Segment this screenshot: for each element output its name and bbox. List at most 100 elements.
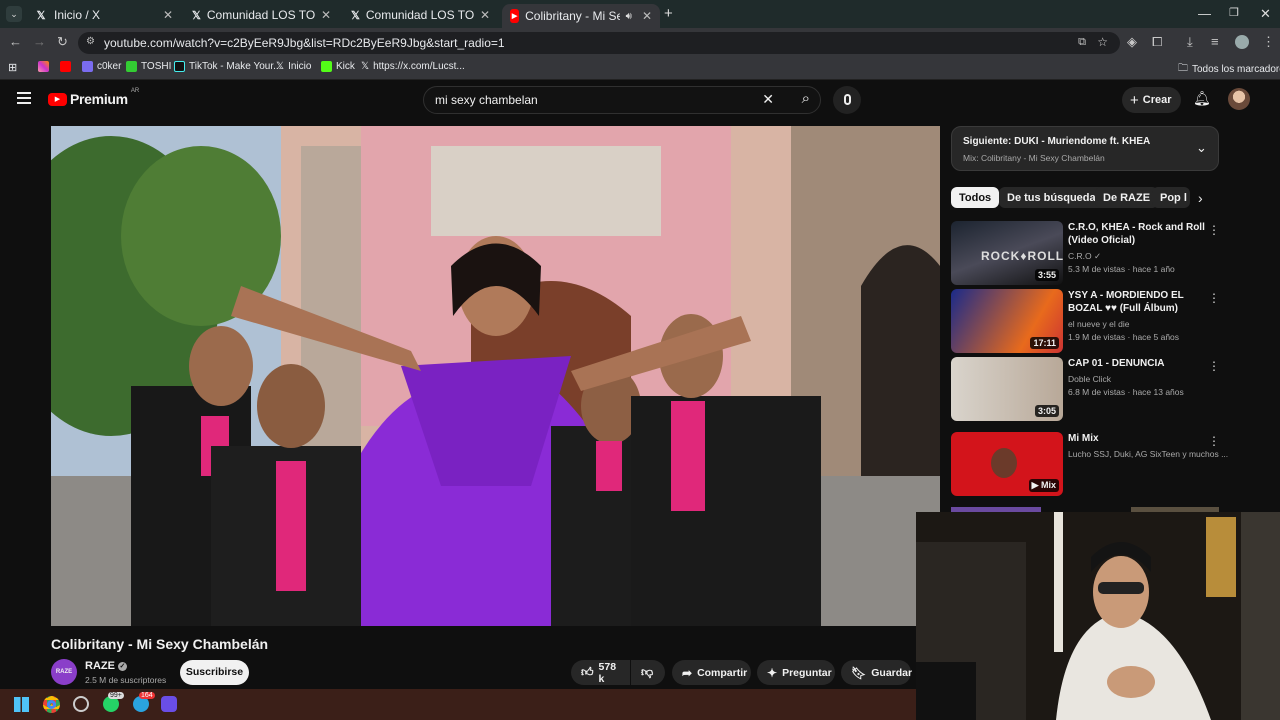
chrome-icon[interactable] xyxy=(43,696,60,713)
share-button[interactable]: ➦ Compartir xyxy=(672,660,751,685)
duration-text: 3:05 xyxy=(1037,406,1056,416)
more-options-icon[interactable]: ⋮ xyxy=(1208,359,1220,373)
bookmark-instagram[interactable] xyxy=(38,61,49,72)
back-icon[interactable]: ← xyxy=(9,34,22,49)
app-grid-icon[interactable] xyxy=(161,696,177,712)
minimize-icon[interactable]: — xyxy=(1198,6,1211,21)
menu-icon[interactable]: ⋮ xyxy=(1262,34,1275,50)
recommendation-item[interactable]: ▶ Mix Mi Mix Lucho SSJ, Duki, AG SixTeen… xyxy=(951,432,1228,496)
bookmark-toshi[interactable]: TOSHI xyxy=(126,61,171,72)
profile-avatar[interactable] xyxy=(1235,35,1249,49)
video-thumbnail[interactable]: ROCK♦ROLL 3:55 xyxy=(951,221,1063,285)
youtube-premium-logo[interactable]: ▶ Premium AR xyxy=(48,88,139,107)
tab-list-button[interactable]: ⌄ xyxy=(6,6,22,22)
extensions-icon[interactable]: ⧠ xyxy=(1152,34,1162,50)
restore-icon[interactable]: ❐ xyxy=(1229,6,1239,19)
tab-1[interactable]: 𝕏 Comunidad LOS TOP GLOBALES ✕ xyxy=(184,4,339,26)
chip-label: Todos xyxy=(959,191,992,204)
save-button[interactable]: 🔖︎ Guardar xyxy=(841,660,912,685)
site-info-icon[interactable]: ⚙ xyxy=(86,36,95,47)
more-options-icon[interactable]: ⋮ xyxy=(1208,434,1220,448)
logo-text: Premium xyxy=(70,91,128,107)
close-icon[interactable]: ✕ xyxy=(163,8,173,22)
bookmark-c0ker[interactable]: c0ker xyxy=(82,61,121,72)
chevron-down-icon[interactable]: ⌄ xyxy=(1196,140,1207,156)
all-bookmarks-label: Todos los marcadores xyxy=(1192,64,1280,75)
whatsapp-badge: 99+ xyxy=(108,692,124,699)
ask-button[interactable]: ✦ Preguntar xyxy=(757,660,835,685)
bookmark-youtube[interactable] xyxy=(60,61,71,72)
tab-title: Colibritany - Mi Sexy Cham xyxy=(525,9,620,23)
recommendation-title: CAP 01 - DENUNCIA xyxy=(1068,358,1165,369)
thumbs-down-icon: 👎︎ xyxy=(641,665,654,679)
hamburger-menu-icon[interactable] xyxy=(17,92,31,104)
search-input[interactable]: mi sexy chambelan ✕ ⌕ xyxy=(423,86,821,114)
bookmark-star-icon[interactable]: ☆ xyxy=(1097,35,1108,49)
new-tab-button[interactable]: + xyxy=(664,5,673,22)
download-icon[interactable]: ⤓ xyxy=(1187,34,1193,50)
tab-0[interactable]: 𝕏 Inicio / X ✕ xyxy=(26,4,181,26)
chevron-right-icon[interactable]: › xyxy=(1198,190,1203,206)
create-button[interactable]: + Crear xyxy=(1122,87,1181,113)
youtube-icon xyxy=(60,61,71,72)
close-icon[interactable]: ✕ xyxy=(321,8,331,22)
close-icon[interactable]: ✕ xyxy=(642,9,652,23)
all-bookmarks-folder[interactable]: 🗀︎ Todos los marcadores xyxy=(1178,61,1280,78)
speaker-icon[interactable]: 🔊︎ xyxy=(626,11,632,22)
bookmark-x-lucst[interactable]: 𝕏https://x.com/Lucst... xyxy=(361,61,465,72)
search-query: mi sexy chambelan xyxy=(435,93,538,107)
subscribe-label: Suscribirse xyxy=(185,666,244,678)
account-avatar[interactable] xyxy=(1228,88,1250,110)
bookmark-label: Kick xyxy=(336,61,355,72)
close-icon[interactable]: ✕ xyxy=(480,8,490,22)
x-icon: 𝕏 xyxy=(276,61,285,72)
close-window-icon[interactable]: ✕ xyxy=(1260,6,1271,22)
chip-from-searches[interactable]: De tus búsquedas xyxy=(999,187,1110,208)
chip-pop[interactable]: Pop l xyxy=(1152,187,1190,208)
tab-3-active[interactable]: ▶ Colibritany - Mi Sexy Cham 🔊︎ ✕ xyxy=(502,4,660,28)
microphone-icon xyxy=(843,94,851,106)
voice-search-button[interactable] xyxy=(833,86,861,114)
video-thumbnail[interactable]: 3:05 xyxy=(951,357,1063,421)
address-bar[interactable]: ⚙ youtube.com/watch?v=c2ByEeR9Jbg&list=R… xyxy=(78,32,1120,54)
recommendation-item[interactable]: 17:11 YSY A - MORDIENDO EL BOZAL ♥♥ (Ful… xyxy=(951,289,1226,353)
clear-search-icon[interactable]: ✕ xyxy=(762,91,774,108)
more-options-icon[interactable]: ⋮ xyxy=(1208,223,1220,237)
chip-from-raze[interactable]: De RAZE xyxy=(1095,187,1159,208)
subscribe-button[interactable]: Suscribirse xyxy=(180,660,249,685)
subscriber-count: 2.5 M de suscriptores xyxy=(85,675,167,685)
windows-start-icon[interactable] xyxy=(14,697,29,712)
video-thumbnail[interactable]: 17:11 xyxy=(951,289,1063,353)
notifications-bell-icon[interactable]: 🔔︎ xyxy=(1193,90,1211,107)
bookmark-kick[interactable]: Kick xyxy=(321,61,355,72)
bookmark-label: TikTok - Make Your... xyxy=(189,61,282,72)
app-icon[interactable] xyxy=(73,696,89,712)
video-player[interactable] xyxy=(51,126,940,626)
mix-label: Mix: Colibritany - Mi Sexy Chambelán xyxy=(963,153,1105,163)
recommendation-item[interactable]: ROCK♦ROLL 3:55 C.R.O, KHEA - Rock and Ro… xyxy=(951,221,1226,285)
forward-icon[interactable]: → xyxy=(33,34,46,49)
extension-shield-icon[interactable]: ◈ xyxy=(1127,34,1137,50)
channel-name[interactable]: RAZE ✓ xyxy=(85,660,127,672)
bookmark-tiktok[interactable]: TikTok - Make Your... xyxy=(174,61,281,72)
chip-all[interactable]: Todos xyxy=(951,187,1000,208)
up-next-panel[interactable]: Siguiente: DUKI - Muriendome ft. KHEA Mi… xyxy=(951,126,1219,171)
bookmark-inicio[interactable]: 𝕏 Inicio xyxy=(276,61,311,72)
apps-icon[interactable]: ⊞ xyxy=(8,61,17,74)
channel-avatar[interactable]: RAZE xyxy=(51,659,77,685)
recommendation-item[interactable]: 3:05 CAP 01 - DENUNCIA Doble Click 6.8 M… xyxy=(951,357,1226,421)
recommendation-title: Mi Mix xyxy=(1068,433,1099,444)
mix-thumbnail[interactable]: ▶ Mix xyxy=(951,432,1063,496)
cast-icon[interactable]: ⧉ xyxy=(1078,36,1086,49)
search-icon[interactable]: ⌕ xyxy=(802,90,810,107)
more-options-icon[interactable]: ⋮ xyxy=(1208,291,1220,305)
bookmark-label: https://x.com/Lucst... xyxy=(373,61,465,72)
tab-2[interactable]: 𝕏 Comunidad LOS TOP GLOBALES ✕ xyxy=(343,4,498,26)
like-button[interactable]: 👍︎ 578 k xyxy=(571,660,630,685)
reload-icon[interactable]: ↻ xyxy=(57,34,68,50)
duration-text: 3:55 xyxy=(1037,270,1056,280)
dislike-button[interactable]: 👎︎ xyxy=(631,660,665,685)
mix-badge: ▶ Mix xyxy=(1028,479,1059,492)
reading-list-icon[interactable]: ≡ xyxy=(1211,34,1219,49)
chip-label: Pop l xyxy=(1160,191,1187,204)
